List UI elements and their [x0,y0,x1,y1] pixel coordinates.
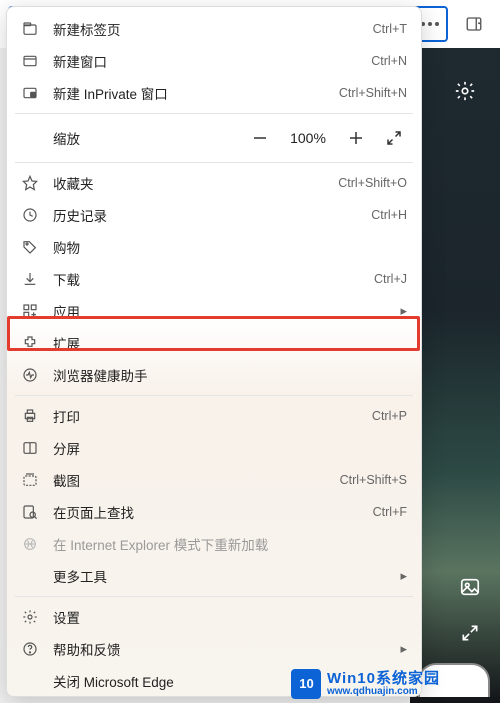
menu-item-shopping[interactable]: 购物 [7,231,421,263]
menu-item-favorites[interactable]: 收藏夹 Ctrl+Shift+O [7,167,421,199]
fullscreen-icon[interactable] [381,125,407,151]
watermark: Win10系统家园 www.qdhuajin.com [291,669,440,699]
settings-menu: 新建标签页 Ctrl+T 新建窗口 Ctrl+N 新建 InPrivate 窗口… [6,6,422,697]
menu-item-extensions[interactable]: 扩展 [7,327,421,359]
zoom-in-button[interactable] [343,125,369,151]
star-icon [21,174,39,192]
menu-item-help[interactable]: 帮助和反馈 ▸ [7,633,421,665]
menu-item-label: 新建标签页 [53,19,359,39]
history-icon [21,206,39,224]
watermark-line2: www.qdhuajin.com [327,687,440,698]
menu-item-label: 设置 [53,607,407,627]
menu-item-screenshot[interactable]: 截图 Ctrl+Shift+S [7,464,421,496]
menu-item-label: 在页面上查找 [53,502,359,522]
menu-item-new-tab[interactable]: 新建标签页 Ctrl+T [7,13,421,45]
menu-item-shortcut: Ctrl+J [374,272,407,286]
menu-separator [15,596,413,597]
download-icon [21,270,39,288]
menu-item-split-screen[interactable]: 分屏 [7,432,421,464]
menu-item-label: 新建 InPrivate 窗口 [53,83,325,103]
image-button[interactable] [454,571,486,603]
menu-separator [15,162,413,163]
gear-icon [21,608,39,626]
menu-item-shortcut: Ctrl+N [371,54,407,68]
menu-item-shortcut: Ctrl+H [371,208,407,222]
ie-icon [21,535,39,553]
new-window-icon [21,52,39,70]
chevron-right-icon: ▸ [397,641,407,657]
split-screen-icon [21,439,39,457]
menu-item-ie-mode: 在 Internet Explorer 模式下重新加载 [7,528,421,560]
extensions-icon [21,334,39,352]
menu-item-new-window[interactable]: 新建窗口 Ctrl+N [7,45,421,77]
menu-item-label: 更多工具 [53,566,383,586]
menu-item-settings[interactable]: 设置 [7,601,421,633]
menu-item-label: 应用 [53,301,383,321]
zoom-out-button[interactable] [247,125,273,151]
menu-item-label: 收藏夹 [53,173,324,193]
menu-item-label: 购物 [53,237,407,257]
help-icon [21,640,39,658]
page-settings-button[interactable] [450,76,480,106]
page-background [410,48,500,703]
menu-item-new-inprivate[interactable]: 新建 InPrivate 窗口 Ctrl+Shift+N [7,77,421,109]
chevron-right-icon: ▸ [397,303,407,319]
menu-item-shortcut: Ctrl+P [372,409,407,423]
tag-icon [21,238,39,256]
menu-item-label: 截图 [53,470,326,490]
watermark-badge-icon [291,669,321,699]
menu-item-label: 缩放 [53,128,233,148]
screenshot-icon [21,471,39,489]
menu-item-shortcut: Ctrl+F [373,505,407,519]
chevron-right-icon: ▸ [397,568,407,584]
menu-item-label: 浏览器健康助手 [53,365,407,385]
fullscreen-button[interactable] [454,617,486,649]
menu-item-shortcut: Ctrl+Shift+N [339,86,407,100]
menu-item-label: 新建窗口 [53,51,357,71]
menu-item-history[interactable]: 历史记录 Ctrl+H [7,199,421,231]
menu-item-downloads[interactable]: 下载 Ctrl+J [7,263,421,295]
zoom-value: 100% [285,130,331,146]
menu-item-shortcut: Ctrl+Shift+S [340,473,407,487]
menu-item-label: 在 Internet Explorer 模式下重新加载 [53,534,407,554]
inprivate-icon [21,84,39,102]
menu-item-browser-health[interactable]: 浏览器健康助手 [7,359,421,391]
menu-item-label: 帮助和反馈 [53,639,383,659]
menu-separator [15,113,413,114]
sidebar-toggle-button[interactable] [456,6,492,42]
menu-item-zoom: 缩放 100% [7,118,421,158]
apps-icon [21,302,39,320]
menu-item-shortcut: Ctrl+T [373,22,407,36]
print-icon [21,407,39,425]
new-tab-icon [21,20,39,38]
menu-item-label: 下载 [53,269,360,289]
menu-item-label: 分屏 [53,438,407,458]
find-icon [21,503,39,521]
menu-item-label: 打印 [53,406,358,426]
menu-item-label: 扩展 [53,333,407,353]
pulse-icon [21,366,39,384]
menu-item-find[interactable]: 在页面上查找 Ctrl+F [7,496,421,528]
menu-separator [15,395,413,396]
menu-item-shortcut: Ctrl+Shift+O [338,176,407,190]
watermark-line1: Win10系统家园 [327,671,440,687]
menu-item-print[interactable]: 打印 Ctrl+P [7,400,421,432]
menu-item-more-tools[interactable]: 更多工具 ▸ [7,560,421,592]
menu-item-label: 历史记录 [53,205,357,225]
menu-item-apps[interactable]: 应用 ▸ [7,295,421,327]
